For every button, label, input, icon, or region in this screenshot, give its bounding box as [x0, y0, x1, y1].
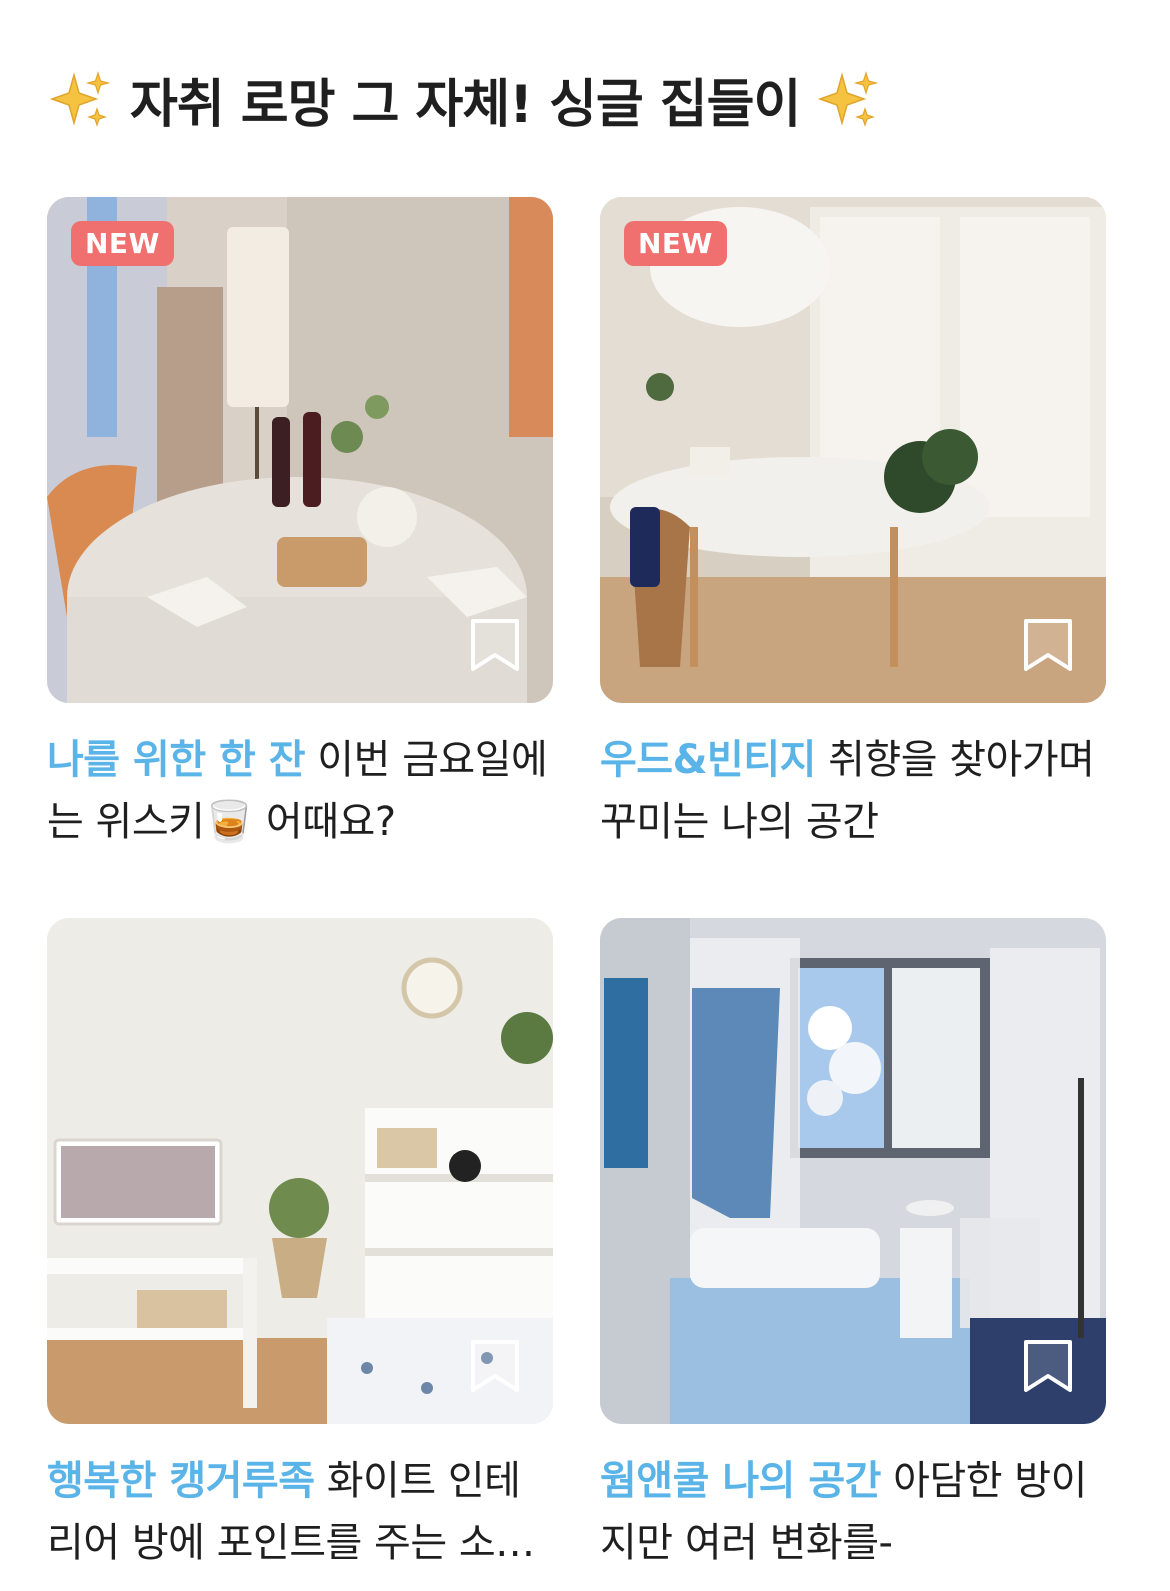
bookmark-icon[interactable] [467, 617, 523, 673]
bookmark-icon[interactable] [467, 1338, 523, 1394]
card-thumbnail[interactable] [600, 918, 1106, 1424]
card-tag: 행복한 캥거루족 [47, 1458, 315, 1504]
card-caption[interactable]: 행복한 캥거루족 화이트 인테리어 방에 포인트를 주는 소품들 [47, 1450, 553, 1574]
card-tag: 나를 위한 한 잔 [47, 737, 306, 783]
sparkles-icon [818, 70, 879, 127]
card-caption[interactable]: 웜앤쿨 나의 공간 아담한 방이지만 여러 변화를- [600, 1450, 1106, 1574]
card-thumbnail[interactable]: NEW [47, 197, 553, 703]
new-badge: NEW [71, 221, 174, 266]
card-item[interactable]: NEW 나를 위한 한 잔 이번 금요일에는 위스키🥃 어때요? [47, 197, 553, 853]
sparkles-icon [50, 70, 111, 127]
card-tag: 웜앤쿨 나의 공간 [600, 1458, 881, 1504]
card-caption[interactable]: 나를 위한 한 잔 이번 금요일에는 위스키🥃 어때요? [47, 729, 553, 853]
card-tag: 우드&빈티지 [600, 737, 816, 783]
card-item[interactable]: NEW 우드&빈티지 취향을 찾아가며 꾸미는 나의 공간 [600, 197, 1106, 853]
section-header: 자취 로망 그 자체! 싱글 집들이 [50, 62, 880, 137]
card-item[interactable]: 행복한 캥거루족 화이트 인테리어 방에 포인트를 주는 소품들 [47, 918, 553, 1574]
card-thumbnail[interactable] [47, 918, 553, 1424]
bookmark-icon[interactable] [1020, 617, 1076, 673]
card-thumbnail[interactable]: NEW [600, 197, 1106, 703]
card-item[interactable]: 웜앤쿨 나의 공간 아담한 방이지만 여러 변화를- [600, 918, 1106, 1574]
new-badge: NEW [624, 221, 727, 266]
section-title: 자취 로망 그 자체! 싱글 집들이 [130, 75, 801, 135]
card-caption[interactable]: 우드&빈티지 취향을 찾아가며 꾸미는 나의 공간 [600, 729, 1106, 853]
bookmark-icon[interactable] [1020, 1338, 1076, 1394]
